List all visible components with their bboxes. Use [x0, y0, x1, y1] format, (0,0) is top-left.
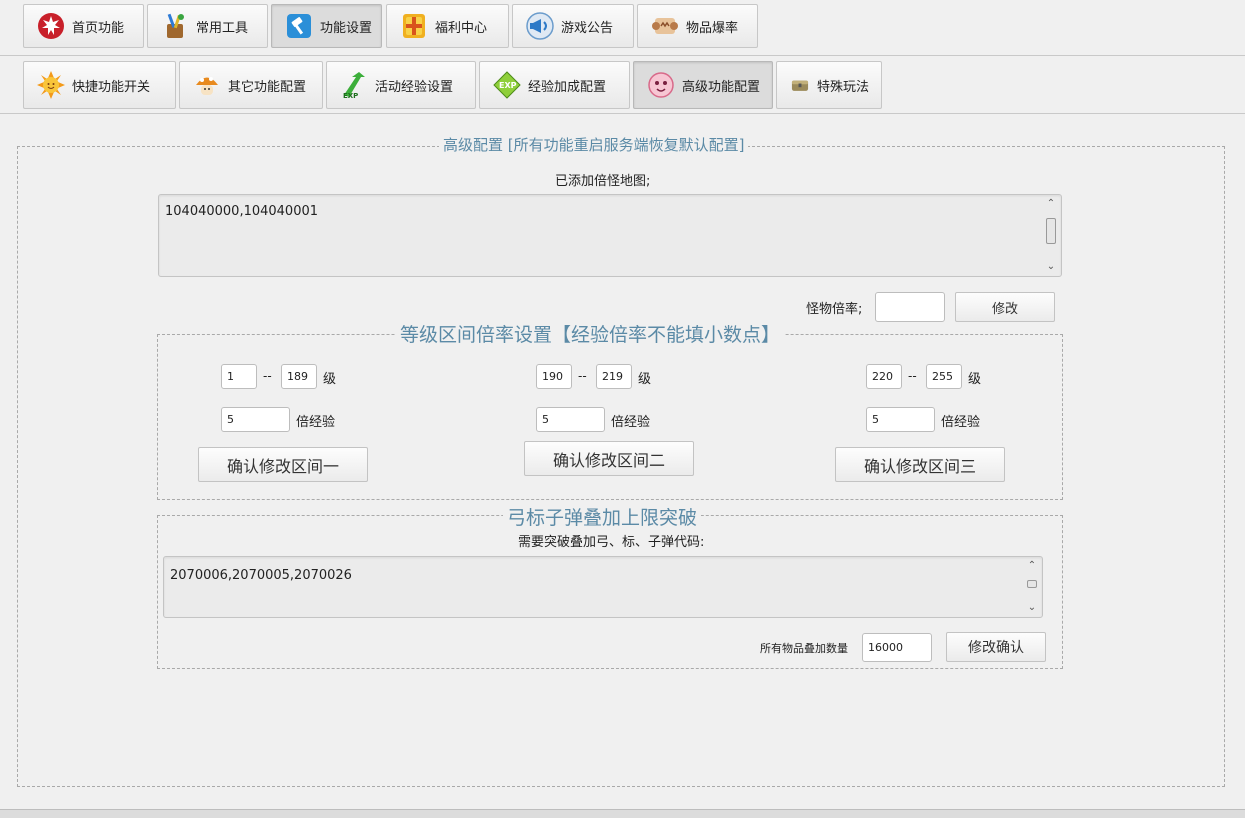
- sun-icon: [36, 70, 66, 100]
- maps-value: 104040000,104040001: [165, 204, 319, 219]
- range1-level-unit: 级: [323, 372, 337, 387]
- subtab-special-play[interactable]: 特殊玩法: [776, 61, 882, 109]
- subtab-exp-bonus[interactable]: EXP 经验加成配置: [479, 61, 630, 109]
- codes-value: 2070006,2070005,2070026: [170, 568, 352, 583]
- tab-drop-rates-label: 物品爆率: [686, 20, 739, 36]
- tab-settings-label: 功能设置: [320, 20, 373, 36]
- monster-rate-label: 怪物倍率;: [806, 302, 863, 317]
- maps-scrollbar[interactable]: ⌃ ⌄: [1044, 198, 1058, 273]
- tab-announcements[interactable]: 游戏公告: [512, 4, 634, 48]
- subtab-event-exp[interactable]: EXP 活动经验设置: [326, 61, 476, 109]
- maple-leaf-icon: [36, 11, 66, 41]
- subtab-special-play-label: 特殊玩法: [817, 79, 870, 95]
- scroll-up-icon[interactable]: ⌃: [1044, 198, 1058, 210]
- stack-qty-label: 所有物品叠加数量: [760, 642, 848, 655]
- range3-level-unit: 级: [968, 372, 982, 387]
- codes-scrollbar[interactable]: ⌃ ⌄: [1025, 560, 1039, 614]
- svg-text:EXP: EXP: [343, 92, 358, 100]
- codes-textarea[interactable]: 2070006,2070005,2070026 ⌃ ⌄: [163, 556, 1043, 618]
- subtab-advanced-config-label: 高级功能配置: [682, 79, 761, 95]
- tab-tools-label: 常用工具: [196, 20, 249, 36]
- subtab-quick-switches[interactable]: 快捷功能开关: [23, 61, 176, 109]
- svg-text:EXP: EXP: [499, 81, 517, 90]
- range2-exp-unit: 倍经验: [611, 415, 651, 430]
- subtab-event-exp-label: 活动经验设置: [375, 79, 454, 95]
- stack-confirm-button[interactable]: 修改确认: [946, 632, 1046, 662]
- scroll-thumb[interactable]: [1046, 218, 1056, 244]
- confirm-range1-button[interactable]: 确认修改区间一: [198, 447, 368, 482]
- subtab-exp-bonus-label: 经验加成配置: [528, 79, 607, 95]
- hammer-icon: [284, 11, 314, 41]
- advanced-config-legend: 高级配置 [所有功能重启服务端恢复默认配置]: [439, 134, 749, 155]
- range3-multiplier-input[interactable]: 5: [866, 407, 935, 432]
- range1-multiplier-input[interactable]: 5: [221, 407, 290, 432]
- toolbox-icon: [160, 11, 190, 41]
- tab-home-label: 首页功能: [72, 20, 125, 36]
- tab-drop-rates[interactable]: 物品爆率: [637, 4, 758, 48]
- exp-diamond-icon: EXP: [492, 70, 522, 100]
- range3-exp-unit: 倍经验: [941, 415, 981, 430]
- subtab-quick-switches-label: 快捷功能开关: [72, 79, 151, 95]
- mushroom-icon: [192, 70, 222, 100]
- range2-to-input[interactable]: 219: [596, 364, 632, 389]
- stack-qty-input[interactable]: 16000: [862, 633, 932, 662]
- scroll-thumb[interactable]: [1027, 580, 1037, 588]
- scroll-icon: [650, 11, 680, 41]
- stack-limit-legend: 弓标子弹叠加上限突破: [503, 503, 702, 530]
- maps-label: 已添加倍怪地图;: [555, 174, 651, 189]
- tab-home[interactable]: 首页功能: [23, 4, 144, 48]
- sub-tab-bar: 快捷功能开关 其它功能配置 EXP 活动经验设置 EXP 经验加成配置 高级功能…: [0, 56, 1245, 114]
- subtab-other-config[interactable]: 其它功能配置: [179, 61, 323, 109]
- range1-separator: --: [263, 369, 272, 383]
- range1-from-input[interactable]: 1: [221, 364, 257, 389]
- pink-bean-icon: [646, 70, 676, 100]
- scroll-down-icon[interactable]: ⌄: [1044, 261, 1058, 273]
- range2-separator: --: [578, 369, 587, 383]
- window-bottom-border: [0, 809, 1245, 818]
- scroll-down-icon[interactable]: ⌄: [1025, 602, 1039, 614]
- range2-level-unit: 级: [638, 372, 652, 387]
- tab-tools[interactable]: 常用工具: [147, 4, 268, 48]
- level-range-legend: 等级区间倍率设置【经验倍率不能填小数点】: [396, 320, 785, 347]
- range2-multiplier-input[interactable]: 5: [536, 407, 605, 432]
- main-tab-bar: 首页功能 常用工具 功能设置 福利中心 游戏公告 物品爆率: [0, 0, 1245, 56]
- modify-rate-button[interactable]: 修改: [955, 292, 1055, 322]
- subtab-advanced-config[interactable]: 高级功能配置: [633, 61, 773, 109]
- tab-welfare-label: 福利中心: [435, 20, 488, 36]
- maps-textarea[interactable]: 104040000,104040001 ⌃ ⌄: [158, 194, 1062, 277]
- subtab-other-config-label: 其它功能配置: [228, 79, 307, 95]
- range3-from-input[interactable]: 220: [866, 364, 902, 389]
- chest-icon: [789, 74, 811, 96]
- tab-announcements-label: 游戏公告: [561, 20, 614, 36]
- scroll-up-icon[interactable]: ⌃: [1025, 560, 1039, 572]
- range3-to-input[interactable]: 255: [926, 364, 962, 389]
- tab-welfare[interactable]: 福利中心: [386, 4, 509, 48]
- range3-separator: --: [908, 369, 917, 383]
- tab-settings[interactable]: 功能设置: [271, 4, 382, 48]
- monster-rate-input[interactable]: [875, 292, 945, 322]
- range2-from-input[interactable]: 190: [536, 364, 572, 389]
- megaphone-icon: [525, 11, 555, 41]
- confirm-range3-button[interactable]: 确认修改区间三: [835, 447, 1005, 482]
- range1-to-input[interactable]: 189: [281, 364, 317, 389]
- gift-icon: [399, 11, 429, 41]
- range1-exp-unit: 倍经验: [296, 415, 336, 430]
- codes-label: 需要突破叠加弓、标、子弹代码:: [518, 535, 705, 550]
- exp-arrow-icon: EXP: [339, 70, 369, 100]
- confirm-range2-button[interactable]: 确认修改区间二: [524, 441, 694, 476]
